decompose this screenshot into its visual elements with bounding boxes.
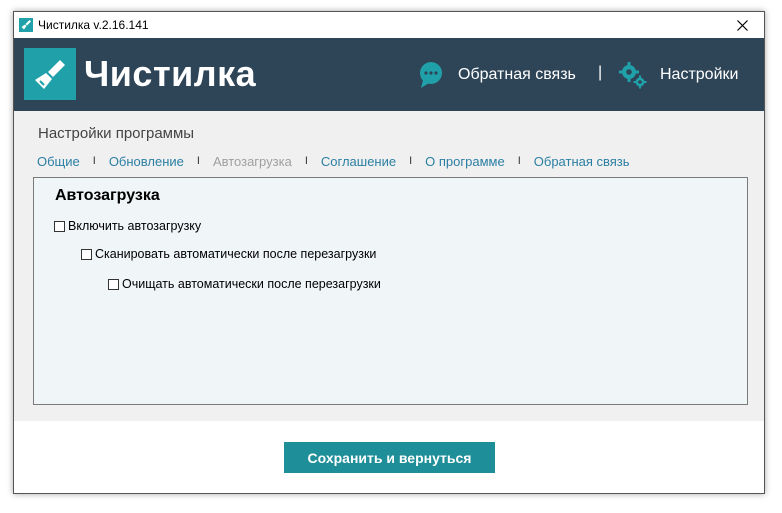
checkbox-box[interactable] bbox=[81, 248, 92, 260]
save-and-return-button[interactable]: Сохранить и вернуться bbox=[284, 442, 495, 473]
logo bbox=[24, 48, 76, 100]
tab-separator: I bbox=[517, 155, 521, 167]
page-title: Настройки программы bbox=[38, 125, 195, 142]
title-bar: Чистилка v.2.16.141 bbox=[14, 12, 764, 38]
settings-label: Настройки bbox=[660, 65, 739, 83]
window-title: Чистилка v.2.16.141 bbox=[38, 18, 149, 32]
app-header: Чистилка Обратная связь | Настройки bbox=[14, 38, 764, 111]
tab-separator: I bbox=[92, 155, 96, 167]
header-separator: | bbox=[598, 64, 603, 81]
panel-title: Автозагрузка bbox=[55, 187, 160, 204]
tab-about[interactable]: О программе bbox=[425, 154, 505, 169]
app-window: Чистилка v.2.16.141 Чистилка Обратная св… bbox=[13, 11, 765, 494]
tab-separator: I bbox=[304, 155, 308, 167]
enable-autostart-checkbox[interactable]: Включить автозагрузку bbox=[54, 219, 201, 233]
checkbox-label: Очищать автоматически после перезагрузки bbox=[122, 277, 381, 291]
feedback-label: Обратная связь bbox=[458, 65, 576, 83]
settings-content: Настройки программы Общие I Обновление I… bbox=[14, 111, 764, 421]
broom-icon bbox=[35, 60, 65, 89]
footer: Сохранить и вернуться bbox=[14, 421, 764, 493]
chat-bubble-icon bbox=[416, 60, 446, 90]
brand-name: Чистилка bbox=[84, 53, 257, 94]
tab-agreement[interactable]: Соглашение bbox=[321, 154, 396, 169]
tab-separator: I bbox=[196, 155, 200, 167]
checkbox-box[interactable] bbox=[108, 278, 119, 290]
autostart-panel: Автозагрузка Включить автозагрузку Скани… bbox=[33, 177, 748, 405]
broom-icon bbox=[19, 18, 33, 32]
close-button[interactable] bbox=[720, 12, 764, 38]
checkbox-box[interactable] bbox=[54, 220, 65, 232]
close-icon bbox=[736, 19, 748, 31]
auto-clean-checkbox[interactable]: Очищать автоматически после перезагрузки bbox=[108, 277, 381, 291]
settings-link[interactable]: Настройки bbox=[618, 38, 738, 111]
auto-scan-checkbox[interactable]: Сканировать автоматически после перезагр… bbox=[81, 247, 376, 261]
gears-icon bbox=[618, 60, 648, 90]
checkbox-label: Включить автозагрузку bbox=[68, 219, 202, 233]
settings-tabs: Общие I Обновление I Автозагрузка I Согл… bbox=[37, 153, 630, 169]
tab-separator: I bbox=[409, 155, 413, 167]
tab-general[interactable]: Общие bbox=[37, 154, 80, 169]
tab-autostart[interactable]: Автозагрузка bbox=[213, 154, 292, 169]
feedback-link[interactable]: Обратная связь bbox=[416, 38, 576, 111]
tab-updates[interactable]: Обновление bbox=[109, 154, 184, 169]
tab-feedback[interactable]: Обратная связь bbox=[534, 154, 630, 169]
checkbox-label: Сканировать автоматически после перезагр… bbox=[95, 247, 377, 261]
